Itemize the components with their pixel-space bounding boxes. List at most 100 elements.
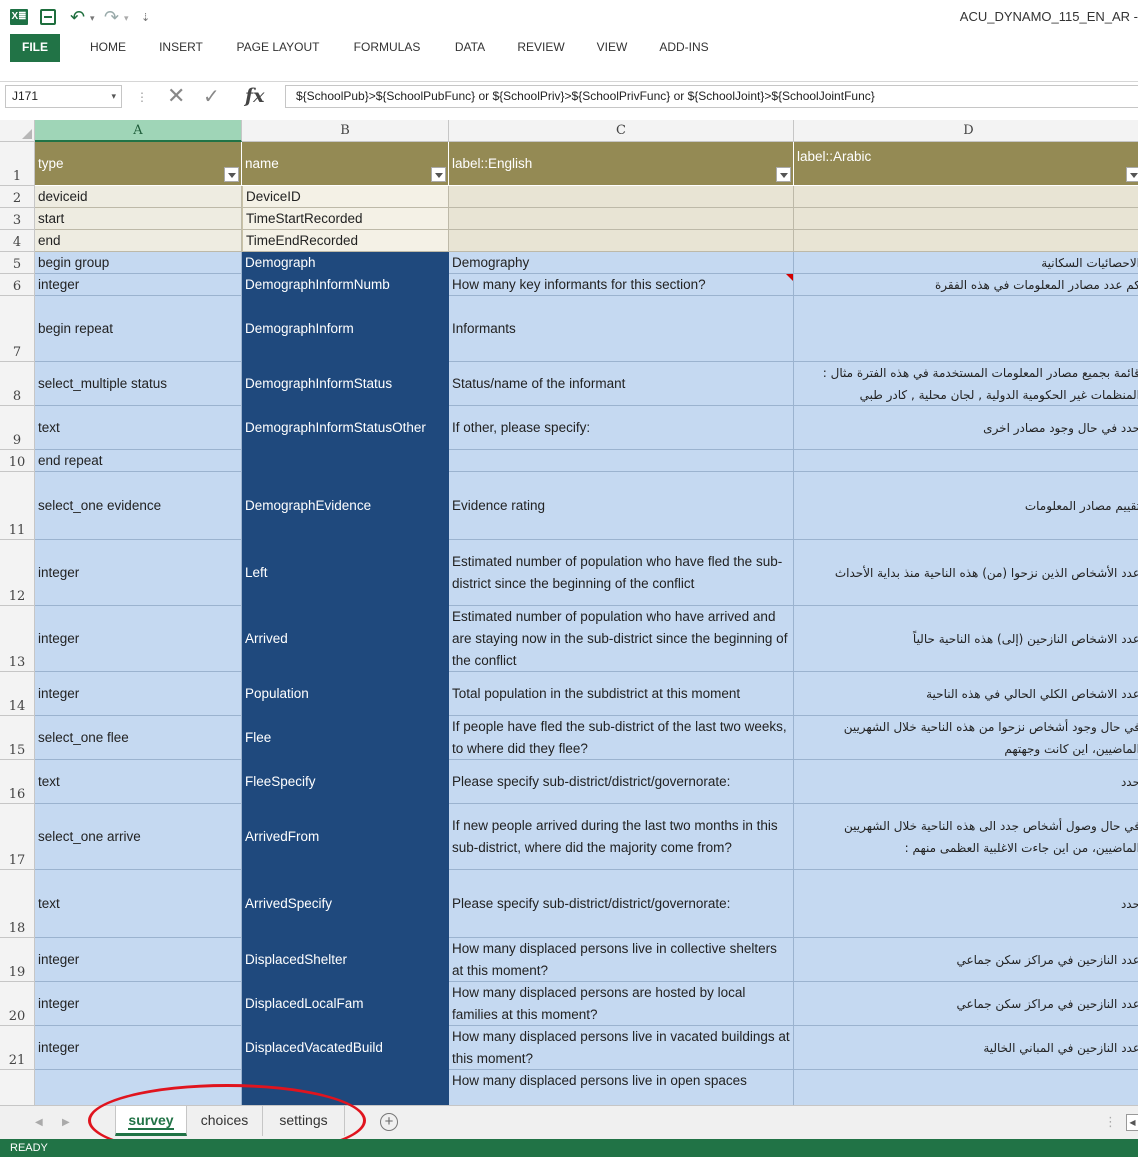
cell-name[interactable]: DisplacedVacatedBuild: [242, 1026, 449, 1070]
tab-home[interactable]: HOME: [78, 34, 138, 62]
row-header[interactable]: 7: [0, 296, 35, 362]
header-cell-label-arabic[interactable]: label::Arabic: [794, 142, 1138, 186]
row-header[interactable]: 8: [0, 362, 35, 406]
column-header-a[interactable]: A: [35, 120, 242, 142]
cell-label-arabic[interactable]: حدد: [794, 870, 1138, 938]
cell-name[interactable]: DisplacedLocalFam: [242, 982, 449, 1026]
row-header[interactable]: 3: [0, 208, 35, 230]
row-header[interactable]: 16: [0, 760, 35, 804]
worksheet-grid[interactable]: A B C D 1 type name label::English label…: [0, 120, 1138, 1105]
cell-name[interactable]: TimeStartRecorded: [242, 208, 449, 230]
row-header[interactable]: 19: [0, 938, 35, 982]
cell-label-arabic[interactable]: في حال وصول أشخاص جدد الى هذه الناحية خل…: [794, 804, 1138, 870]
cell-name[interactable]: Left: [242, 540, 449, 606]
row-header[interactable]: 1: [0, 142, 35, 186]
customize-quick-access-icon[interactable]: ⇣: [141, 9, 150, 25]
cell-label-english[interactable]: [449, 230, 794, 252]
cell-type[interactable]: [35, 1070, 242, 1105]
cell-label-arabic[interactable]: عدد الأشخاص الذين نزحوا (من) هذه الناحية…: [794, 540, 1138, 606]
tab-insert[interactable]: INSERT: [148, 34, 214, 62]
cell-type[interactable]: begin group: [35, 252, 242, 274]
cell-type[interactable]: select_one arrive: [35, 804, 242, 870]
comment-indicator-icon[interactable]: [786, 274, 793, 281]
cell-name[interactable]: DemographEvidence: [242, 472, 449, 540]
cell-label-arabic[interactable]: [794, 1070, 1138, 1105]
name-box-dropdown-icon[interactable]: ▾: [111, 86, 116, 107]
formula-bar-grip-icon[interactable]: ⋮: [136, 90, 148, 104]
row-header[interactable]: 13: [0, 606, 35, 672]
column-header-b[interactable]: B: [242, 120, 449, 142]
filter-dropdown-icon[interactable]: [431, 167, 446, 182]
cell-name[interactable]: TimeEndRecorded: [242, 230, 449, 252]
cell-label-english[interactable]: Please specify sub-district/district/gov…: [449, 760, 794, 804]
enter-icon[interactable]: ✓: [203, 85, 220, 109]
cell-type[interactable]: integer: [35, 274, 242, 296]
row-header[interactable]: 12: [0, 540, 35, 606]
cell-label-english[interactable]: Evidence rating: [449, 472, 794, 540]
cell-label-arabic[interactable]: كم عدد مصادر المعلومات في هذه الفقرة: [794, 274, 1138, 296]
header-cell-label-english[interactable]: label::English: [449, 142, 794, 186]
row-header[interactable]: 22: [0, 1070, 35, 1105]
undo-icon[interactable]: ↶: [70, 8, 85, 26]
row-header[interactable]: 4: [0, 230, 35, 252]
cell-type[interactable]: integer: [35, 982, 242, 1026]
row-header[interactable]: 6: [0, 274, 35, 296]
cell-label-arabic[interactable]: قائمة بجميع مصادر المعلومات المستخدمة في…: [794, 362, 1138, 406]
cell-name[interactable]: DemographInformStatusOther: [242, 406, 449, 450]
cell-type[interactable]: select_one flee: [35, 716, 242, 760]
sheet-tab-settings[interactable]: settings: [263, 1106, 345, 1136]
cell-type[interactable]: start: [35, 208, 242, 230]
tab-formulas[interactable]: FORMULAS: [342, 34, 432, 62]
header-cell-name[interactable]: name: [242, 142, 449, 186]
name-box[interactable]: J171 ▾: [5, 85, 122, 108]
filter-dropdown-icon[interactable]: [776, 167, 791, 182]
cell-label-english[interactable]: Demography: [449, 252, 794, 274]
cell-name[interactable]: DemographInform: [242, 296, 449, 362]
formula-input[interactable]: ${SchoolPub}>${SchoolPubFunc} or ${Schoo…: [285, 85, 1138, 108]
row-header[interactable]: 5: [0, 252, 35, 274]
sheet-tab-survey[interactable]: survey: [115, 1106, 187, 1136]
cell-name[interactable]: FleeSpecify: [242, 760, 449, 804]
cell-type[interactable]: integer: [35, 938, 242, 982]
next-sheet-icon[interactable]: ▶: [62, 1117, 70, 1128]
redo-icon[interactable]: ↷: [104, 8, 119, 26]
previous-sheet-icon[interactable]: ◀: [35, 1117, 43, 1128]
cell-label-arabic[interactable]: حدد: [794, 760, 1138, 804]
cell-name[interactable]: Arrived: [242, 606, 449, 672]
row-header[interactable]: 11: [0, 472, 35, 540]
cell-label-english[interactable]: If other, please specify:: [449, 406, 794, 450]
cell-label-arabic[interactable]: عدد الاشخاص الكلي الحالي في هذه الناحية: [794, 672, 1138, 716]
cell-label-arabic[interactable]: [794, 296, 1138, 362]
cell-label-english[interactable]: [449, 208, 794, 230]
row-header[interactable]: 17: [0, 804, 35, 870]
cell-type[interactable]: deviceid: [35, 186, 242, 208]
cell-name[interactable]: Flee: [242, 716, 449, 760]
tab-data[interactable]: DATA: [444, 34, 496, 62]
cell-label-english[interactable]: Status/name of the informant: [449, 362, 794, 406]
cell-label-arabic[interactable]: الاحصائيات السكانية: [794, 252, 1138, 274]
cell-type[interactable]: end: [35, 230, 242, 252]
cell-name[interactable]: DeviceID: [242, 186, 449, 208]
column-header-c[interactable]: C: [449, 120, 794, 142]
cell-label-arabic[interactable]: عدد النازحين في مراكز سكن جماعي: [794, 982, 1138, 1026]
cell-type[interactable]: integer: [35, 606, 242, 672]
row-header[interactable]: 10: [0, 450, 35, 472]
insert-function-icon[interactable]: fx: [245, 85, 265, 107]
sheet-tab-choices[interactable]: choices: [187, 1106, 263, 1136]
cell-label-arabic[interactable]: عدد الاشخاص النازحين (إلى) هذه الناحية ح…: [794, 606, 1138, 672]
cell-type[interactable]: text: [35, 406, 242, 450]
cell-label-arabic[interactable]: عدد النازحين في المباني الخالية: [794, 1026, 1138, 1070]
cell-name[interactable]: DisplacedShelter: [242, 938, 449, 982]
cell-label-arabic[interactable]: حدد في حال وجود مصادر اخرى: [794, 406, 1138, 450]
cell-label-english[interactable]: [449, 186, 794, 208]
cell-label-english[interactable]: Informants: [449, 296, 794, 362]
row-header[interactable]: 15: [0, 716, 35, 760]
cell-label-arabic[interactable]: [794, 450, 1138, 472]
row-header[interactable]: 9: [0, 406, 35, 450]
select-all-corner[interactable]: [0, 120, 35, 142]
scrollbar-grip-icon[interactable]: ⋮: [1104, 1114, 1117, 1130]
cell-name[interactable]: ArrivedSpecify: [242, 870, 449, 938]
cell-type[interactable]: text: [35, 870, 242, 938]
scroll-left-icon[interactable]: ◀: [1126, 1114, 1138, 1131]
cell-label-arabic[interactable]: [794, 208, 1138, 230]
